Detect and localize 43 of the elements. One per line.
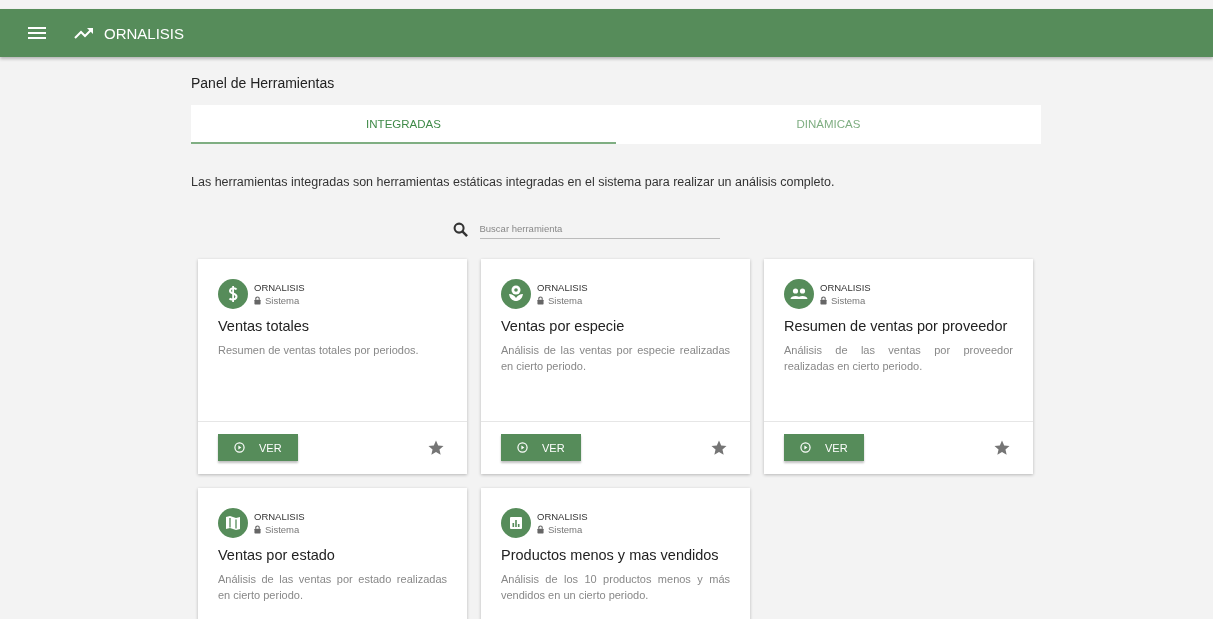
visibility-label: Sistema (548, 294, 583, 307)
play-icon (800, 442, 811, 453)
owner-name: ORNALISIS (254, 510, 305, 523)
visibility-label: Sistema (265, 294, 300, 307)
owner-name: ORNALISIS (820, 281, 871, 294)
map-icon (218, 508, 248, 538)
card-description: Análisis de las ventas por especie realizadas en cierto periodo. (500, 343, 731, 374)
card-description: Análisis de las ventas por proveedor realizadas en cierto periodo. (783, 343, 1014, 374)
lock-icon (537, 525, 544, 534)
visibility-label: Sistema (265, 523, 300, 536)
owner-name: ORNALISIS (254, 281, 305, 294)
card-title: Ventas por especie (500, 318, 626, 334)
people-icon (784, 279, 814, 309)
card-description: Resumen de ventas totales por periodos. (217, 343, 420, 358)
search-field[interactable]: Buscar herramienta (479, 219, 720, 239)
owner-name: ORNALISIS (537, 510, 588, 523)
search-icon (452, 221, 468, 237)
lock-icon (254, 296, 261, 305)
lock-icon (537, 296, 544, 305)
card-title: Ventas por estado (217, 547, 336, 563)
view-button[interactable]: VER (784, 434, 864, 461)
play-icon (234, 442, 245, 453)
lock-icon (254, 525, 261, 534)
flower-icon (501, 279, 531, 309)
intro-text: Las herramientas integradas son herramientas estáticas integradas en el sistema para realizar un análisis completo. (191, 175, 836, 189)
dollar-icon (218, 279, 248, 309)
bar-chart-icon (501, 508, 531, 538)
view-button[interactable]: VER (218, 434, 298, 461)
visibility-label: Sistema (831, 294, 866, 307)
card-title: Resumen de ventas por proveedor (783, 318, 1009, 334)
menu-icon[interactable] (28, 27, 46, 39)
view-button[interactable]: VER (501, 434, 581, 461)
trending-up-icon (74, 27, 94, 39)
card-title: Productos menos y mas vendidos (500, 547, 720, 563)
page-title: Panel de Herramientas (191, 75, 336, 91)
visibility-label: Sistema (548, 523, 583, 536)
app-title: ORNALISIS (104, 24, 185, 42)
owner-name: ORNALISIS (537, 281, 588, 294)
card-description: Análisis de las ventas por estado realizadas en cierto periodo. (217, 572, 448, 603)
play-icon (517, 442, 528, 453)
card-description: Análisis de los 10 productos menos y más vendidos en un cierto periodo. (500, 572, 731, 603)
card-title: Ventas totales (217, 318, 311, 334)
lock-icon (820, 296, 827, 305)
